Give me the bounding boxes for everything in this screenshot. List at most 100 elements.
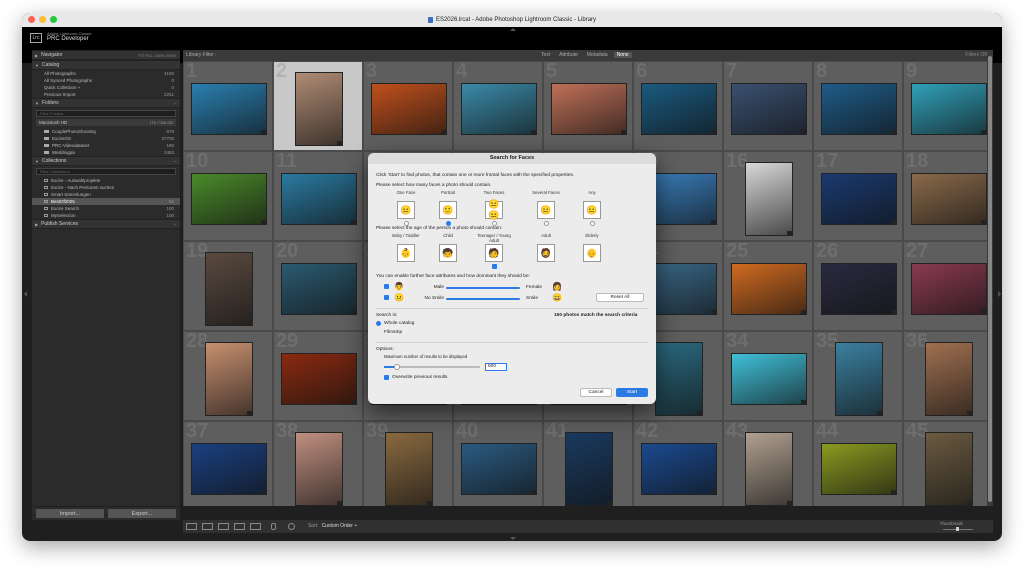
age-option[interactable]: Child 🧒 [430, 233, 466, 269]
thumbnail-cell[interactable]: 17 [813, 150, 903, 241]
thumbnail-cell[interactable]: 16 [723, 150, 813, 241]
filter-tab-attribute[interactable]: Attribute [556, 52, 581, 58]
collections-header[interactable]: ▼ Collections + [32, 156, 180, 166]
filter-preset-select[interactable]: Filters Off [965, 52, 987, 58]
photo-thumbnail[interactable] [205, 342, 253, 416]
thumbnail-cell[interactable]: 10 [183, 150, 273, 241]
photo-thumbnail[interactable] [191, 443, 267, 495]
overwrite-checkbox[interactable] [384, 375, 389, 380]
thumbnail-cell[interactable]: 27 [903, 240, 993, 331]
photo-thumbnail[interactable] [641, 443, 717, 495]
folder-item[interactable]: Weddingpix 2483 [32, 149, 180, 156]
filter-tab-none[interactable]: None [613, 52, 632, 58]
thumbnail-cell[interactable]: 4 [453, 61, 543, 151]
catalog-item[interactable]: All Synced Photographs 0 [32, 77, 180, 84]
collection-item[interactable]: BestOf2025 51 [32, 198, 180, 205]
thumbnail-cell[interactable]: 8 [813, 61, 903, 151]
thumbnail-cell[interactable]: 35 [813, 330, 903, 421]
navigator-zoom-options[interactable]: FIT FILL 100% 300% [138, 53, 176, 58]
photo-thumbnail[interactable] [371, 83, 447, 135]
photo-thumbnail[interactable] [191, 83, 267, 135]
max-results-slider[interactable] [384, 364, 480, 370]
photo-thumbnail[interactable] [281, 173, 357, 225]
photo-thumbnail[interactable] [911, 83, 987, 135]
face-count-option[interactable]: One Face 😐 [388, 190, 424, 226]
grid-view-icon[interactable] [186, 523, 197, 530]
photo-thumbnail[interactable] [281, 263, 357, 315]
age-option[interactable]: Elderly 👴 [574, 233, 610, 269]
thumbnail-cell[interactable]: 5 [543, 61, 633, 151]
photo-thumbnail[interactable] [205, 252, 253, 326]
thumbnail-cell[interactable]: 44 [813, 420, 903, 506]
photo-thumbnail[interactable] [385, 432, 433, 506]
age-option[interactable]: Teenager / Young Adult 🧑 [476, 233, 512, 269]
photo-thumbnail[interactable] [461, 443, 537, 495]
folder-filter-input[interactable]: Filter Folders [36, 110, 176, 117]
thumbnail-cell[interactable]: 2 [273, 61, 363, 151]
collection-item[interactable]: MySelection 100 [32, 212, 180, 219]
left-panel-toggle-icon[interactable] [24, 291, 27, 297]
thumbnail-cell[interactable]: 34 [723, 330, 813, 421]
thumbnail-size-knob[interactable] [956, 527, 959, 531]
face-count-option[interactable]: Two Faces 😐😐 [476, 190, 512, 226]
publish-services-header[interactable]: ▶ Publish Services + [32, 219, 180, 229]
photo-thumbnail[interactable] [835, 342, 883, 416]
folder-item[interactable]: CouplePhotoShooting 879 [32, 128, 180, 135]
compare-view-icon[interactable] [218, 523, 229, 530]
collection-item[interactable]: Excire Search 100 [32, 205, 180, 212]
photo-thumbnail[interactable] [821, 263, 897, 315]
volume-row[interactable]: Macintosh HD 1Tb / 926 GB [36, 119, 176, 126]
collection-filter-input[interactable]: Filter Collections [36, 168, 176, 175]
thumbnail-cell[interactable]: 45 [903, 420, 993, 506]
thumbnail-cell[interactable]: 26 [813, 240, 903, 331]
photo-thumbnail[interactable] [911, 173, 987, 225]
attribute-slider[interactable] [446, 287, 520, 289]
thumbnail-cell[interactable]: 41 [543, 420, 633, 506]
age-option[interactable]: Adult 🧔 [528, 233, 564, 269]
thumbnail-cell[interactable]: 11 [273, 150, 363, 241]
collection-item[interactable]: Smart Sammlungen [32, 191, 180, 198]
photo-thumbnail[interactable] [821, 443, 897, 495]
photo-thumbnail[interactable] [281, 353, 357, 405]
sort-value[interactable]: Custom Order ÷ [322, 523, 358, 529]
face-count-option[interactable]: Several Faces 😐 [528, 190, 564, 226]
catalog-item[interactable]: All Photographs 4190 [32, 70, 180, 77]
reset-all-button[interactable]: Reset All [596, 293, 644, 302]
sort-control[interactable]: Sort: Custom Order ÷ [308, 523, 357, 529]
folder-item[interactable]: PRC-Videodataset 190 [32, 142, 180, 149]
right-panel-toggle-icon[interactable] [998, 291, 1001, 297]
photo-thumbnail[interactable] [911, 263, 987, 315]
catalog-header[interactable]: ▼ Catalog [32, 60, 180, 70]
thumbnail-cell[interactable]: 29 [273, 330, 363, 421]
thumbnail-cell[interactable]: 19 [183, 240, 273, 331]
cancel-button[interactable]: Cancel [580, 388, 612, 397]
spray-can-icon[interactable] [271, 523, 276, 530]
photo-thumbnail[interactable] [551, 83, 627, 135]
rotate-icon[interactable] [288, 523, 295, 530]
thumbnail-cell[interactable]: 39 [363, 420, 453, 506]
scrollbar-thumb[interactable] [988, 56, 992, 502]
collection-item[interactable]: Excire - Nach Personen suchen [32, 184, 180, 191]
search-scope-option[interactable]: Whole catalog [376, 321, 414, 326]
top-panel-toggle-icon[interactable] [510, 28, 516, 31]
thumbnail-cell[interactable]: 42 [633, 420, 723, 506]
max-results-input[interactable]: 500 [485, 363, 507, 371]
folder-item[interactable]: ExcireOS 37700 [32, 135, 180, 142]
thumbnail-cell[interactable]: 20 [273, 240, 363, 331]
grid-scrollbar[interactable] [987, 50, 993, 506]
photo-thumbnail[interactable] [461, 83, 537, 135]
loupe-view-icon[interactable] [202, 523, 213, 530]
photo-thumbnail[interactable] [641, 83, 717, 135]
photo-thumbnail[interactable] [925, 432, 973, 506]
thumbnail-cell[interactable]: 36 [903, 330, 993, 421]
thumbnail-cell[interactable]: 7 [723, 61, 813, 151]
thumbnail-cell[interactable]: 6 [633, 61, 723, 151]
photo-thumbnail[interactable] [821, 173, 897, 225]
photo-thumbnail[interactable] [191, 173, 267, 225]
catalog-item[interactable]: Quick Collection + 0 [32, 84, 180, 91]
start-button[interactable]: Start [616, 388, 648, 397]
face-count-option[interactable]: Portrait 🙂 [430, 190, 466, 226]
thumbnail-cell[interactable]: 3 [363, 61, 453, 151]
thumbnail-cell[interactable]: 28 [183, 330, 273, 421]
max-results-knob[interactable] [394, 364, 400, 370]
